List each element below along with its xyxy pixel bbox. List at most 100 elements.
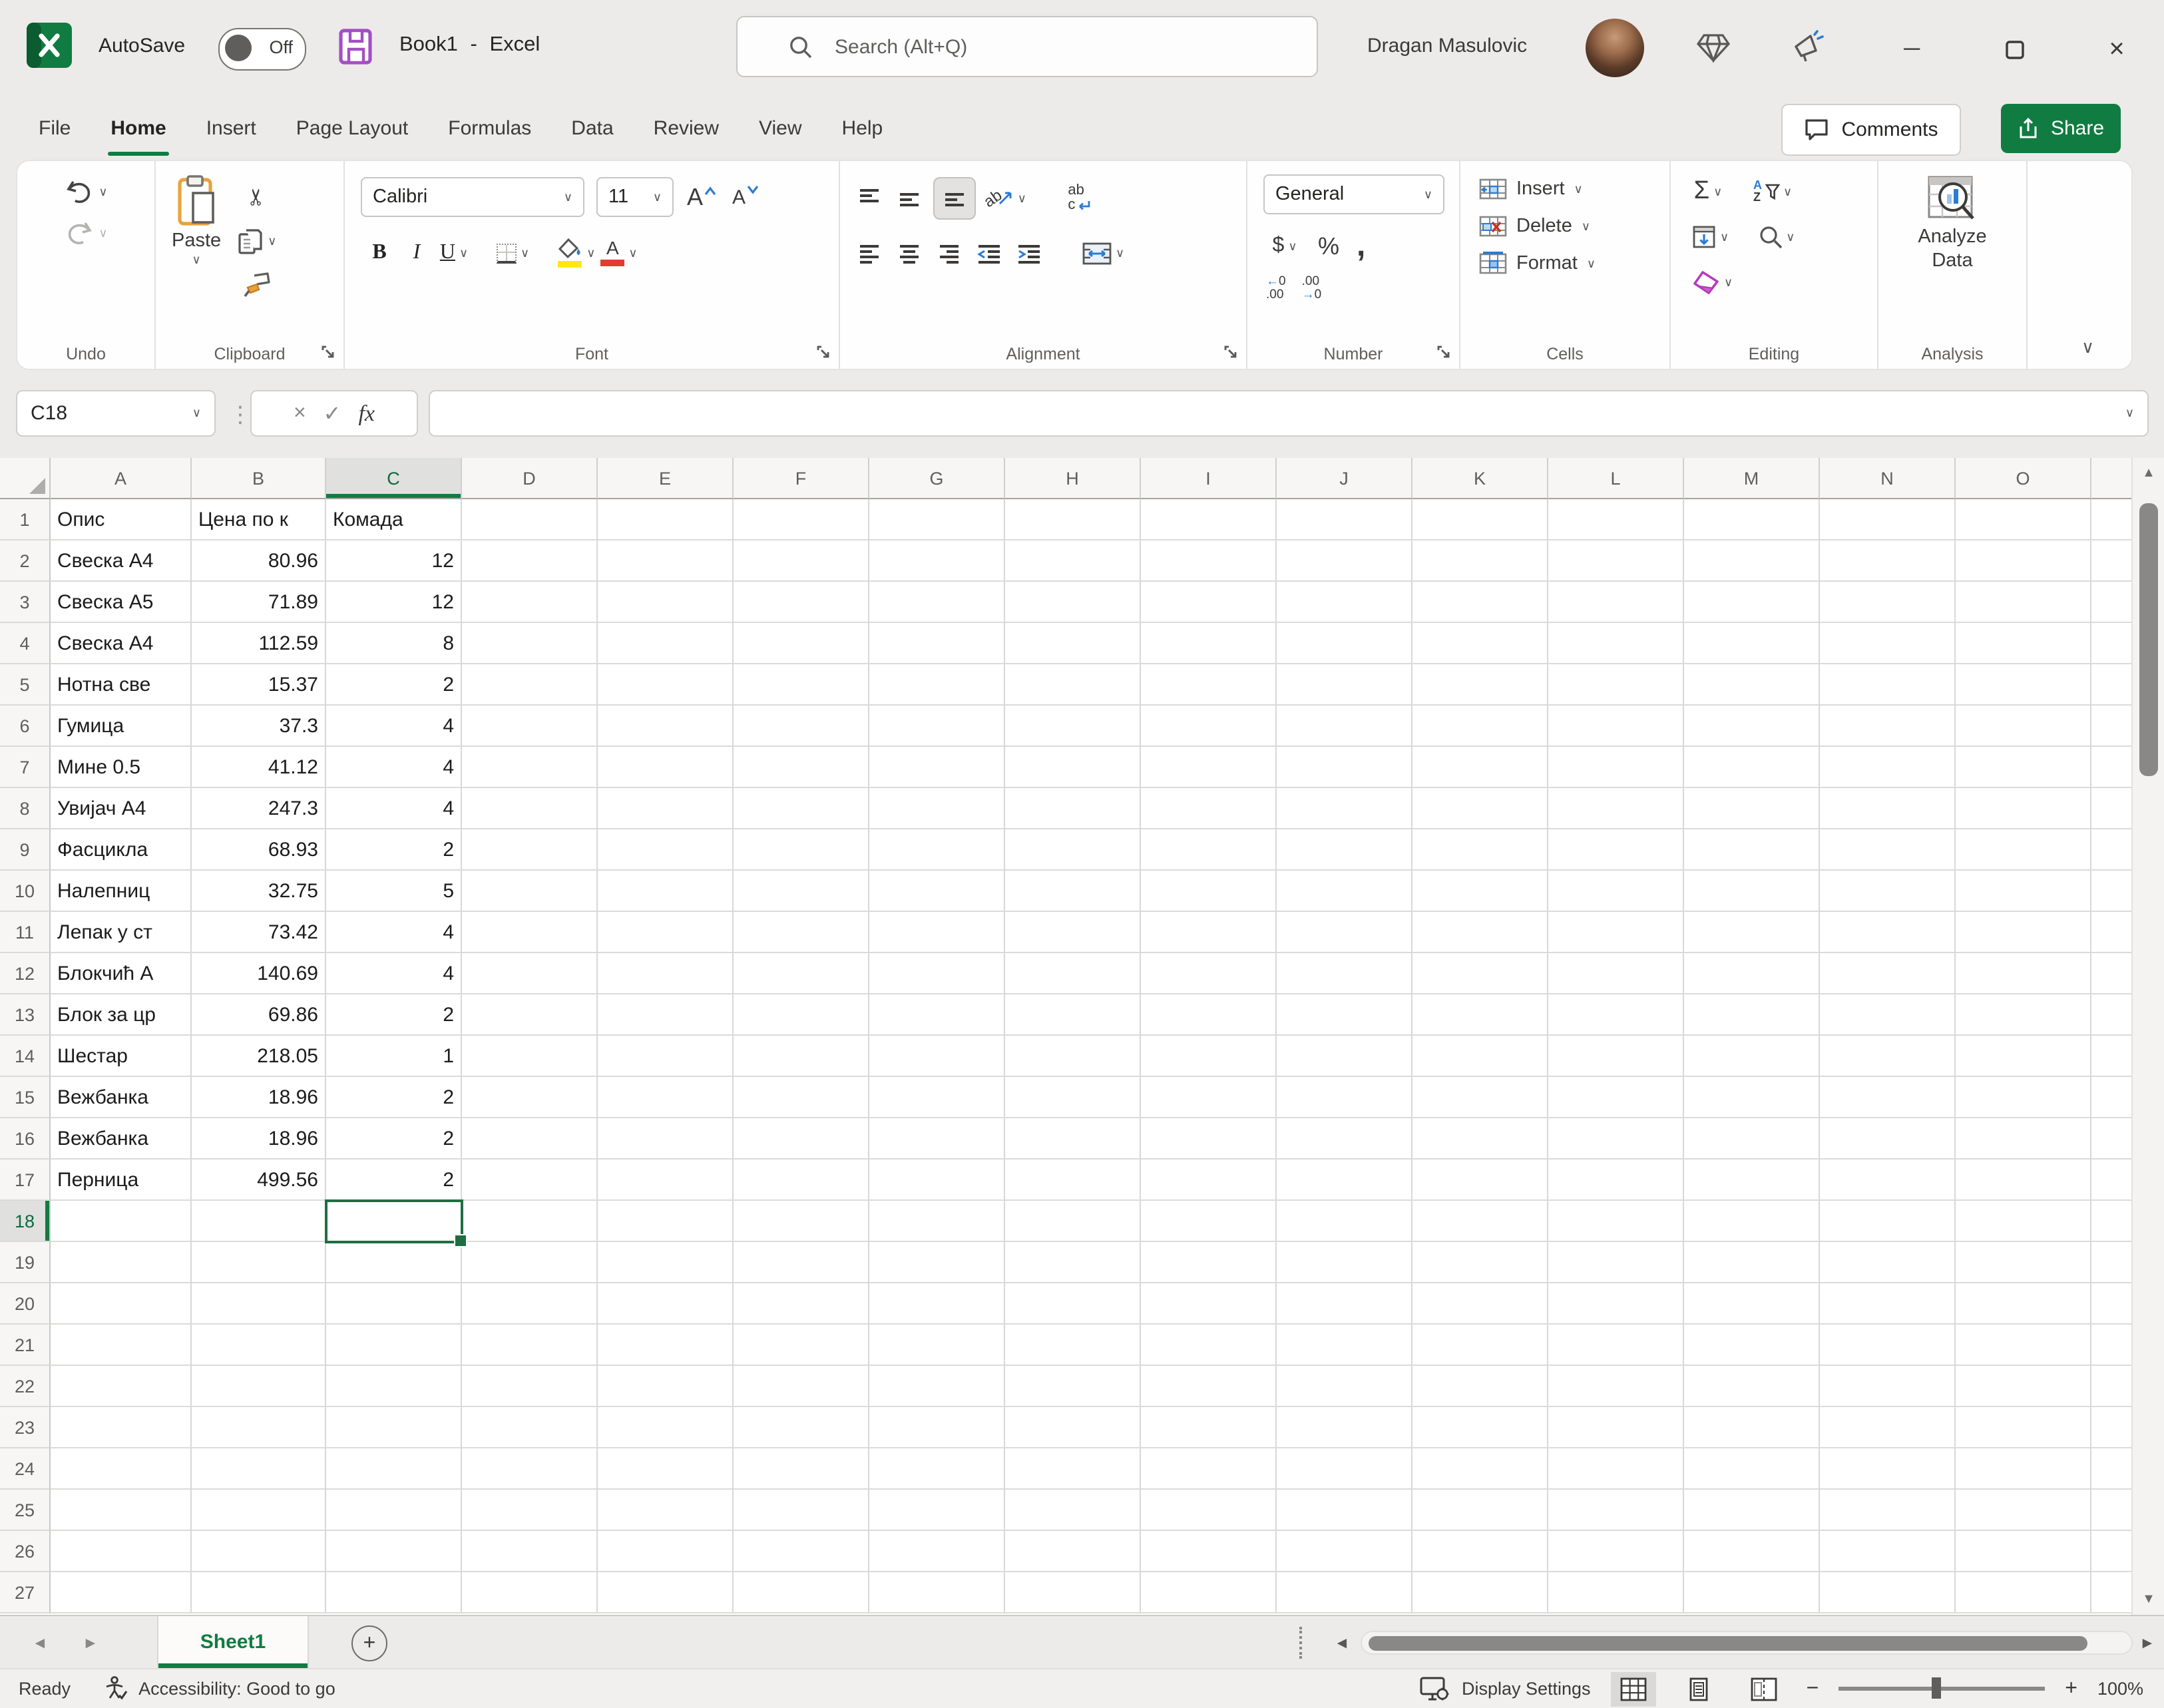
vertical-scrollbar[interactable]: ▲ ▼ [2131,458,2164,1615]
cell-I21[interactable] [1141,1325,1277,1366]
zoom-level[interactable]: 100% [2097,1679,2143,1699]
cell-F23[interactable] [734,1407,869,1448]
font-dialog-launcher-icon[interactable] [816,345,831,359]
cell-O9[interactable] [1956,829,2091,871]
cell-H22[interactable] [1005,1366,1141,1407]
cell-L13[interactable] [1548,994,1684,1036]
cell-O1[interactable] [1956,499,2091,540]
cell-G12[interactable] [869,953,1005,994]
cell-A7[interactable]: Мине 0.5 [51,747,192,788]
cell-E20[interactable] [598,1283,734,1325]
cell-B26[interactable] [192,1531,326,1572]
cell-O23[interactable] [1956,1407,2091,1448]
cell-O6[interactable] [1956,706,2091,747]
cell-A15[interactable]: Вежбанка [51,1077,192,1118]
row-header-17[interactable]: 17 [0,1160,51,1201]
cell-D21[interactable] [462,1325,598,1366]
cell-D24[interactable] [462,1448,598,1490]
feedback-megaphone-icon[interactable] [1791,29,1825,63]
row-header-24[interactable]: 24 [0,1448,51,1490]
cell-K15[interactable] [1412,1077,1548,1118]
cell-O3[interactable] [1956,582,2091,623]
cell-L24[interactable] [1548,1448,1684,1490]
cell-F19[interactable] [734,1242,869,1283]
cell-J9[interactable] [1277,829,1412,871]
align-left-button[interactable] [853,236,885,270]
cell-L10[interactable] [1548,871,1684,912]
cell-B8[interactable]: 247.3 [192,788,326,829]
cell-F18[interactable] [734,1201,869,1242]
cell-E14[interactable] [598,1036,734,1077]
cell-M12[interactable] [1684,953,1820,994]
cell-I1[interactable] [1141,499,1277,540]
cell-I14[interactable] [1141,1036,1277,1077]
selected-cell-outline[interactable] [325,1199,463,1243]
cell-G8[interactable] [869,788,1005,829]
cell-O20[interactable] [1956,1283,2091,1325]
cell-I24[interactable] [1141,1448,1277,1490]
percent-style-button[interactable]: % [1318,232,1339,260]
cell-J2[interactable] [1277,540,1412,582]
cell-G1[interactable] [869,499,1005,540]
cell-M4[interactable] [1684,623,1820,664]
cell-D6[interactable] [462,706,598,747]
cell-B15[interactable]: 18.96 [192,1077,326,1118]
cell-L27[interactable] [1548,1572,1684,1613]
cell-K13[interactable] [1412,994,1548,1036]
cell-M27[interactable] [1684,1572,1820,1613]
cell-N5[interactable] [1820,664,1956,706]
cell-D16[interactable] [462,1118,598,1160]
cell-H15[interactable] [1005,1077,1141,1118]
cell-E19[interactable] [598,1242,734,1283]
cell-J24[interactable] [1277,1448,1412,1490]
wrap-text-button[interactable]: ab c [1064,181,1096,216]
cell-O10[interactable] [1956,871,2091,912]
cell-D8[interactable] [462,788,598,829]
cut-button[interactable]: ✂ [237,180,276,214]
zoom-in-button[interactable]: + [2065,1677,2077,1701]
cell-H19[interactable] [1005,1242,1141,1283]
fill-down-button[interactable]: ∨ [1692,220,1729,254]
cell-A10[interactable]: Налепниц [51,871,192,912]
cell-K22[interactable] [1412,1366,1548,1407]
cell-J14[interactable] [1277,1036,1412,1077]
cell-L11[interactable] [1548,912,1684,953]
cell-D26[interactable] [462,1531,598,1572]
cell-C25[interactable] [326,1490,462,1531]
cell-O27[interactable] [1956,1572,2091,1613]
cell-J21[interactable] [1277,1325,1412,1366]
cell-N13[interactable] [1820,994,1956,1036]
number-format-combo[interactable]: General ∨ [1263,174,1444,214]
cell-N21[interactable] [1820,1325,1956,1366]
cell-I4[interactable] [1141,623,1277,664]
row-header-5[interactable]: 5 [0,664,51,706]
format-painter-button[interactable] [237,268,276,302]
font-name-combo[interactable]: Calibri ∨ [361,177,584,217]
row-header-10[interactable]: 10 [0,871,51,912]
cell-C27[interactable] [326,1572,462,1613]
column-header-O[interactable]: O [1956,458,2091,499]
font-size-combo[interactable]: 11 ∨ [596,177,674,217]
cell-N25[interactable] [1820,1490,1956,1531]
formula-bar-grip-icon[interactable]: ⋮ [229,402,252,429]
cell-D22[interactable] [462,1366,598,1407]
cell-C1[interactable]: Комада [326,499,462,540]
cell-K16[interactable] [1412,1118,1548,1160]
cell-C16[interactable]: 2 [326,1118,462,1160]
cell-M1[interactable] [1684,499,1820,540]
cell-E2[interactable] [598,540,734,582]
cell-N24[interactable] [1820,1448,1956,1490]
cell-K14[interactable] [1412,1036,1548,1077]
accessibility-status[interactable]: Accessibility: Good to go [105,1676,335,1701]
maximize-button[interactable] [1993,29,2036,69]
cell-K2[interactable] [1412,540,1548,582]
cell-G24[interactable] [869,1448,1005,1490]
cell-O16[interactable] [1956,1118,2091,1160]
row-header-27[interactable]: 27 [0,1572,51,1613]
format-cells-button[interactable]: Format ∨ [1479,252,1669,276]
cell-E6[interactable] [598,706,734,747]
cell-B12[interactable]: 140.69 [192,953,326,994]
cell-H1[interactable] [1005,499,1141,540]
cell-I16[interactable] [1141,1118,1277,1160]
column-header-E[interactable]: E [598,458,734,499]
